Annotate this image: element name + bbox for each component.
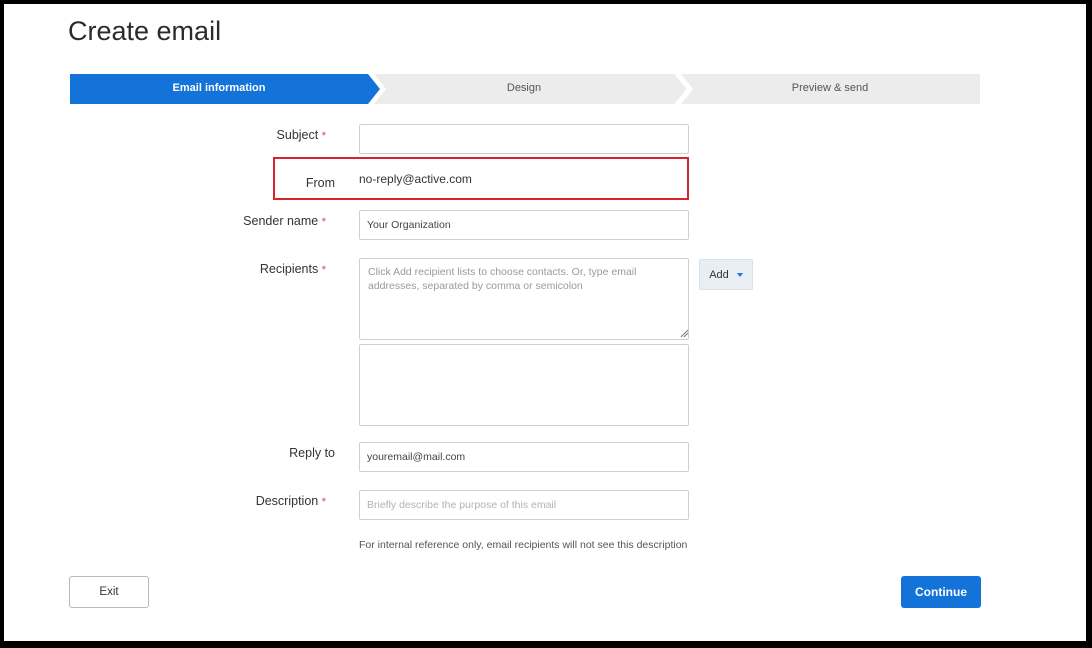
add-button-label: Add — [709, 268, 729, 281]
reply-to-input[interactable] — [359, 442, 689, 472]
required-marker: * — [321, 264, 326, 276]
description-label: Description * — [126, 494, 326, 508]
required-marker: * — [321, 216, 326, 228]
sender-name-label-text: Sender name — [243, 214, 319, 228]
description-hint: For internal reference only, email recip… — [359, 539, 688, 551]
exit-button[interactable]: Exit — [69, 576, 149, 608]
sender-name-label: Sender name * — [126, 214, 326, 228]
from-highlight-box — [273, 157, 689, 200]
required-marker: * — [321, 130, 326, 142]
step-email-information[interactable]: Email information — [70, 82, 368, 94]
resize-grip-icon[interactable] — [679, 328, 689, 338]
progress-stepper: Email information Design Preview & send — [70, 74, 980, 104]
subject-label-text: Subject — [276, 128, 319, 142]
caret-down-icon — [736, 272, 743, 277]
subject-label: Subject * — [126, 128, 326, 142]
required-marker: * — [321, 496, 326, 508]
reply-to-label: Reply to — [289, 446, 335, 460]
recipients-input[interactable] — [359, 258, 689, 340]
continue-button[interactable]: Continue — [901, 576, 981, 608]
recipients-label: Recipients * — [126, 262, 326, 276]
sender-name-input[interactable] — [359, 210, 689, 240]
description-input[interactable] — [359, 490, 689, 520]
recipient-lists-box[interactable] — [359, 344, 689, 426]
description-label-text: Description — [255, 494, 319, 508]
page-title: Create email — [68, 16, 222, 46]
recipients-label-text: Recipients — [259, 262, 319, 276]
step-design[interactable]: Design — [375, 82, 673, 94]
subject-input[interactable] — [359, 124, 689, 154]
add-recipients-button[interactable]: Add — [699, 259, 753, 290]
step-preview-send[interactable]: Preview & send — [680, 82, 980, 94]
from-label: From — [305, 176, 335, 190]
from-value: no-reply@active.com — [359, 172, 472, 186]
